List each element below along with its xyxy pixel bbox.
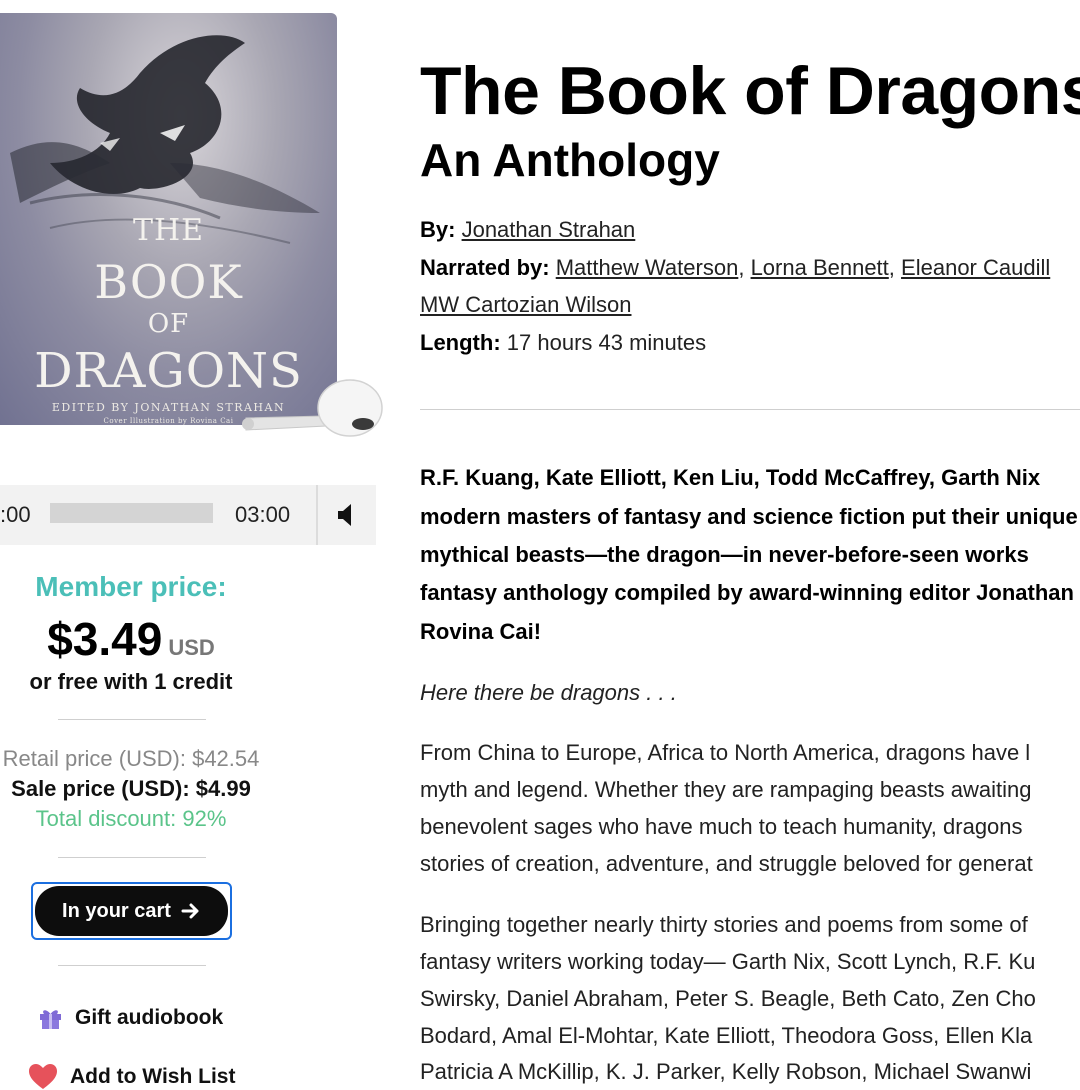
description-italic: Here there be dragons . . . <box>420 680 677 705</box>
add-to-wish-list-link[interactable]: Add to Wish List <box>28 1064 235 1090</box>
narrator-link[interactable]: Matthew Waterson <box>556 255 739 280</box>
add-to-wish-list-label: Add to Wish List <box>70 1065 236 1088</box>
free-with-credit: or free with 1 credit <box>29 669 233 694</box>
book-title: The Book of Dragons <box>420 53 1080 129</box>
player-divider <box>316 485 318 545</box>
length-row: Length: 17 hours 43 minutes <box>420 330 706 356</box>
divider <box>58 857 206 858</box>
retail-price: Retail price (USD): $42.54 <box>2 746 260 771</box>
heart-icon <box>29 1064 57 1089</box>
by-label: By: <box>420 217 456 242</box>
total-discount: Total discount: 92% <box>35 806 227 831</box>
section-divider <box>420 409 1080 410</box>
book-cover[interactable]: THE BOOK OF DRAGONS EDITED BY JONATHAN S… <box>0 13 337 425</box>
description-bold-line: Rovina Cai! <box>420 619 542 644</box>
member-price-label: Member price: <box>35 571 227 602</box>
length-value: 17 hours 43 minutes <box>506 330 707 355</box>
progress-bar[interactable] <box>50 503 213 523</box>
member-price: $3.49 USD <box>0 612 262 666</box>
speaker-icon[interactable] <box>336 502 356 528</box>
in-your-cart-button[interactable]: In your cart <box>31 882 232 940</box>
arrow-right-icon <box>181 903 199 919</box>
length-label: Length: <box>420 330 501 355</box>
divider <box>58 965 206 966</box>
gift-icon <box>40 1010 61 1029</box>
earbud-icon <box>242 379 383 437</box>
duration: 03:00 <box>235 502 291 527</box>
narrated-by-label: Narrated by: <box>420 255 550 280</box>
description-line: benevolent sages who have much to teach … <box>420 814 1023 839</box>
book-subtitle: An Anthology <box>420 134 720 186</box>
gift-audiobook-label: Gift audiobook <box>75 1006 224 1029</box>
description-line: Patricia A McKillip, K. J. Parker, Kelly… <box>420 1059 1032 1084</box>
gift-audiobook-link[interactable]: Gift audiobook <box>38 1006 223 1030</box>
description-line: Bringing together nearly thirty stories … <box>420 912 1028 937</box>
author-link[interactable]: Jonathan Strahan <box>462 217 636 242</box>
current-time: :00 <box>0 502 31 527</box>
narrator-link[interactable]: Lorna Bennett <box>751 255 889 280</box>
cover-title-the: THE <box>132 213 205 248</box>
author-row: By: Jonathan Strahan <box>420 217 635 243</box>
description-line: Swirsky, Daniel Abraham, Peter S. Beagle… <box>420 986 1036 1011</box>
description-bold-line: mythical beasts—the dragon—in never-befo… <box>420 542 1029 567</box>
narrators-row: Narrated by: Matthew Waterson, Lorna Ben… <box>420 255 1051 280</box>
description-line: stories of creation, adventure, and stru… <box>420 851 1033 876</box>
member-price-currency: USD <box>168 635 215 660</box>
description-line: Bodard, Amal El-Mohtar, Kate Elliott, Th… <box>420 1023 1033 1048</box>
description-line: From China to Europe, Africa to North Am… <box>420 740 1031 765</box>
sale-price: Sale price (USD): $4.99 <box>11 776 251 801</box>
cover-title-of: OF <box>147 309 190 339</box>
description-line: myth and legend. Whether they are rampag… <box>420 777 1032 802</box>
cart-button-label: In your cart <box>62 899 171 922</box>
description-bold-line: R.F. Kuang, Kate Elliott, Ken Liu, Todd … <box>420 465 1041 490</box>
narrator-link[interactable]: Eleanor Caudill <box>901 255 1050 280</box>
description-line: fantasy writers working today— Garth Nix… <box>420 949 1036 974</box>
member-price-amount: $3.49 <box>47 613 163 665</box>
description-bold-line: fantasy anthology compiled by award-winn… <box>420 580 1074 605</box>
narrator-link[interactable]: MW Cartozian Wilson <box>420 292 631 317</box>
cover-title-book: BOOK <box>94 255 243 309</box>
divider <box>58 719 206 720</box>
description-bold-line: modern masters of fantasy and science fi… <box>420 504 1078 529</box>
narrators-row-continued: MW Cartozian Wilson <box>420 292 631 318</box>
